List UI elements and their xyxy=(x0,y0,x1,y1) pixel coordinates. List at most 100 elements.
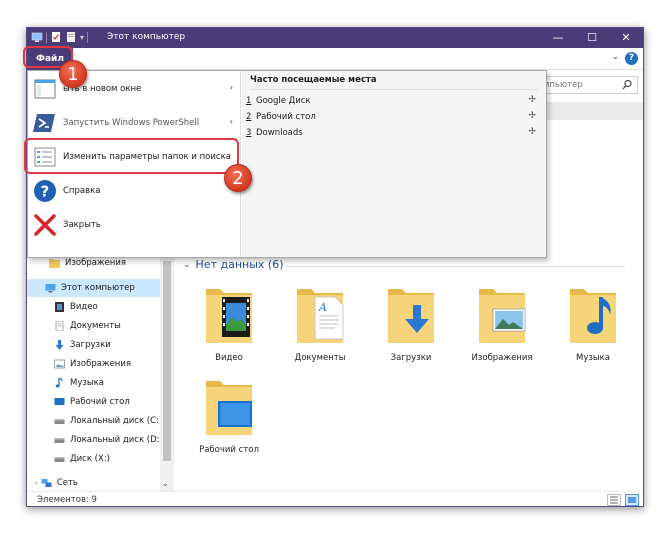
step-1-badge: 1 xyxy=(59,60,87,88)
content-pane: ⌄ Нет данных (6) Видео A Документы Загру… xyxy=(175,253,643,491)
nav-item-documents[interactable]: Документы xyxy=(54,317,159,335)
nav-label: Изображения xyxy=(65,258,127,268)
nav-scroll-thumb[interactable] xyxy=(163,261,171,461)
folder-video[interactable]: Видео xyxy=(189,283,269,371)
desktop-folder-icon xyxy=(206,381,252,435)
frequent-item-label: Downloads xyxy=(256,128,303,138)
pictures-icon xyxy=(54,359,65,369)
nav-label: Видео xyxy=(70,302,98,312)
pin-icon[interactable]: ✢ xyxy=(528,95,536,105)
svg-text:?: ? xyxy=(41,183,50,201)
scroll-down-icon[interactable]: ⌄ xyxy=(162,479,169,488)
frequent-places-divider xyxy=(250,89,538,90)
frequent-places-panel: Часто посещаемые места 1 Google Диск ✢ 2… xyxy=(242,71,546,257)
downloads-folder-icon xyxy=(388,289,434,343)
frequent-places-title: Часто посещаемые места xyxy=(250,75,377,85)
documents-icon xyxy=(55,321,64,331)
menu-item-close[interactable]: Закрыть xyxy=(28,208,241,242)
large-icons-view-button[interactable] xyxy=(625,494,639,506)
nav-label: Диск (X:) xyxy=(70,454,110,464)
search-input[interactable]: мпьютер xyxy=(538,76,638,94)
folder-label: Документы xyxy=(294,353,346,363)
frequent-item-number: 1 xyxy=(246,96,252,106)
items-count: Элементов: 9 xyxy=(37,495,97,505)
folder-desktop[interactable]: Рабочий стол xyxy=(189,375,269,463)
nav-item-network[interactable]: › Сеть xyxy=(35,474,159,492)
folder-music[interactable]: Музыка xyxy=(553,283,633,371)
nav-label: Музыка xyxy=(70,378,104,388)
details-view-button[interactable] xyxy=(607,494,621,506)
nav-item-music[interactable]: Музыка xyxy=(54,374,159,392)
frequent-item-desktop[interactable]: 2 Рабочий стол ✢ xyxy=(246,109,542,125)
network-icon xyxy=(41,479,52,487)
toolbar-dropdown-icon[interactable]: ▾ xyxy=(80,33,84,42)
video-folder-icon xyxy=(206,289,252,343)
ribbon-expand-icon[interactable]: ⌄ xyxy=(611,52,619,62)
folder-downloads[interactable]: Загрузки xyxy=(371,283,451,371)
callout-highlight-folder-options xyxy=(24,138,239,174)
frequent-item-downloads[interactable]: 3 Downloads ✢ xyxy=(246,125,542,141)
drive-icon xyxy=(54,438,65,443)
nav-label: Рабочий стол xyxy=(70,397,130,407)
nav-item-drive-d[interactable]: Локальный диск (D:) xyxy=(54,431,163,449)
nav-item-drive-x[interactable]: Диск (X:) xyxy=(54,450,159,468)
group-header[interactable]: ⌄ Нет данных (6) xyxy=(183,258,284,271)
menu-item-label: Запустить Windows PowerShell xyxy=(63,118,200,128)
folder-label: Рабочий стол xyxy=(199,445,259,455)
close-icon xyxy=(34,214,56,236)
nav-scrollbar[interactable]: ⌄ xyxy=(160,253,174,493)
search-placeholder: мпьютер xyxy=(543,80,583,90)
menu-item-label: Справка xyxy=(63,186,101,196)
group-collapse-icon[interactable]: ⌄ xyxy=(183,260,191,270)
folder-label: Изображения xyxy=(471,353,533,363)
help-icon: ? xyxy=(34,180,56,202)
maximize-button[interactable]: ☐ xyxy=(575,28,609,48)
folder-pictures[interactable]: Изображения xyxy=(462,283,542,371)
frequent-item-label: Рабочий стол xyxy=(256,112,316,122)
search-icon[interactable] xyxy=(622,79,632,91)
drive-icon xyxy=(54,457,65,462)
folder-label: Музыка xyxy=(576,353,610,363)
frequent-item-label: Google Диск xyxy=(256,96,311,106)
computer-icon[interactable] xyxy=(31,31,43,43)
nav-item-video[interactable]: Видео xyxy=(54,298,159,316)
powershell-icon xyxy=(33,114,55,132)
menu-item-label: Закрыть xyxy=(63,220,101,230)
toolbar-divider xyxy=(46,31,47,43)
close-window-button[interactable]: ✕ xyxy=(609,28,643,48)
toolbar-divider xyxy=(87,31,89,43)
desktop-icon xyxy=(54,398,65,405)
nav-label: Этот компьютер xyxy=(61,283,135,293)
computer-icon xyxy=(45,284,56,293)
nav-item-downloads[interactable]: Загрузки xyxy=(54,336,159,354)
nav-item-desktop[interactable]: Рабочий стол xyxy=(54,393,159,411)
frequent-item-number: 2 xyxy=(246,112,252,122)
expand-chevron-icon[interactable]: › xyxy=(35,479,38,487)
status-bar: Элементов: 9 xyxy=(27,491,643,506)
properties-icon[interactable] xyxy=(50,31,62,43)
nav-item-drive-c[interactable]: Локальный диск (C:) xyxy=(54,412,163,430)
frequent-item-number: 3 xyxy=(246,128,252,138)
svg-text:A: A xyxy=(318,301,327,314)
nav-label: Сеть xyxy=(56,478,78,488)
folder-documents[interactable]: A Документы xyxy=(280,283,360,371)
nav-item-pictures[interactable]: Изображения xyxy=(54,355,159,373)
drive-icon xyxy=(54,419,65,424)
pin-icon[interactable]: ✢ xyxy=(528,111,536,121)
frequent-item-google-drive[interactable]: 1 Google Диск ✢ xyxy=(246,93,542,109)
new-folder-icon[interactable] xyxy=(65,31,77,43)
nav-label: Локальный диск (C:) xyxy=(70,416,163,426)
details-view-icon xyxy=(610,496,618,504)
pin-icon[interactable]: ✢ xyxy=(528,127,536,137)
help-icon[interactable]: ? xyxy=(625,52,638,65)
menu-item-help[interactable]: ? Справка xyxy=(28,174,241,208)
minimize-button[interactable]: — xyxy=(541,28,575,48)
ribbon-bar: ⌄ ? xyxy=(27,48,643,70)
music-folder-icon xyxy=(570,289,616,343)
window-title: Этот компьютер xyxy=(107,32,186,42)
folder-icon xyxy=(49,259,60,268)
menu-item-powershell[interactable]: Запустить Windows PowerShell › xyxy=(28,106,241,140)
submenu-arrow-icon: › xyxy=(229,83,233,92)
nav-item-this-pc[interactable]: Этот компьютер xyxy=(27,279,160,297)
video-icon xyxy=(55,302,64,312)
